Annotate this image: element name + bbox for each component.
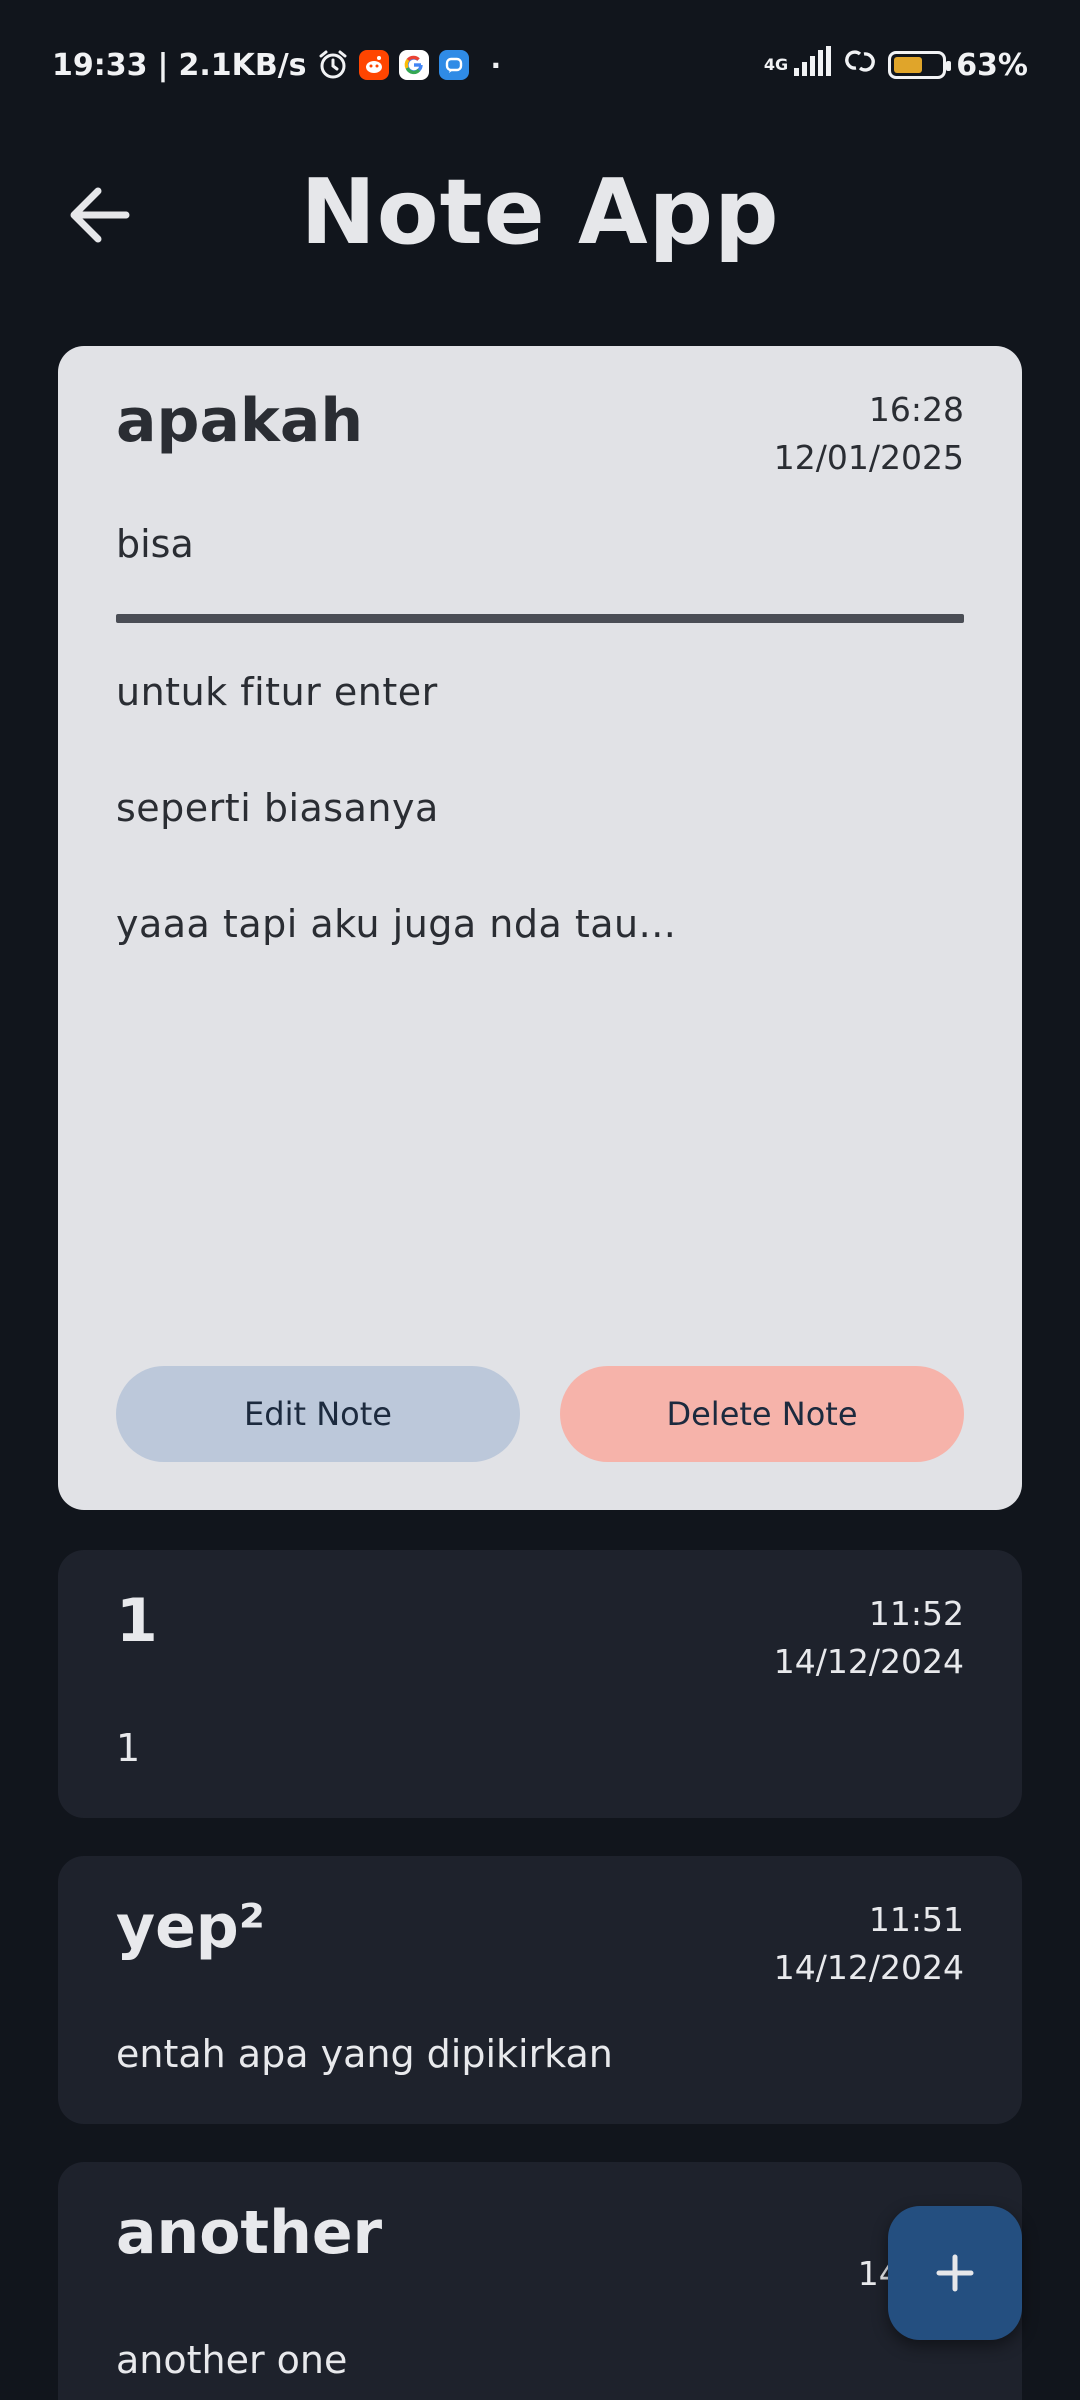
google-icon [398, 50, 429, 80]
battery-icon [888, 51, 952, 79]
link-icon [842, 46, 878, 84]
note-preview: entah apa yang dipikirkan [116, 2032, 613, 2076]
note-datetime: 16:28 12/01/2025 [774, 386, 964, 482]
note-preview: another one [116, 2338, 348, 2382]
network-speed: 2.1KB/s [178, 47, 307, 83]
note-card[interactable]: yep² 11:51 14/12/2024 entah apa yang dip… [58, 1856, 1022, 2124]
note-title: 1 [116, 1586, 158, 1656]
battery-percent: 63% [956, 47, 1028, 83]
note-body-line: seperti biasanya [116, 786, 439, 830]
note-divider [116, 614, 964, 623]
note-card[interactable]: 1 11:52 14/12/2024 1 [58, 1550, 1022, 1818]
note-body-line: yaaa tapi aku juga nda tau... [116, 902, 677, 946]
note-date: 14/12/2024 [773, 1642, 964, 1681]
status-divider: | [157, 47, 169, 83]
status-left: 19:33 | 2.1KB/s · [52, 48, 501, 83]
plus-icon [936, 2254, 974, 2292]
note-body-line: untuk fitur enter [116, 670, 438, 714]
delete-note-button[interactable]: Delete Note [560, 1366, 964, 1462]
note-actions: Edit Note Delete Note [116, 1366, 964, 1462]
note-preview: 1 [116, 1726, 141, 1770]
note-time: 11:51 [868, 1900, 964, 1939]
note-title: apakah [116, 386, 364, 456]
note-subtitle: bisa [116, 522, 194, 566]
signal-icon [792, 46, 832, 84]
network-type-icon: 4G [764, 57, 788, 73]
reddit-icon [358, 50, 389, 80]
battery-fill [894, 57, 923, 73]
note-time: 11:52 [868, 1594, 964, 1633]
edit-note-button[interactable]: Edit Note [116, 1366, 520, 1462]
add-note-button[interactable] [888, 2206, 1022, 2340]
note-date: 14/12/2024 [773, 1948, 964, 1987]
note-datetime: 11:52 14/12/2024 [774, 1590, 964, 1686]
status-time: 19:33 [52, 47, 148, 83]
network-type-label: 4G [763, 55, 789, 74]
page-title: Note App [300, 160, 780, 265]
note-title: yep² [116, 1892, 266, 1962]
alarm-icon [317, 49, 349, 81]
note-card-expanded[interactable]: apakah 16:28 12/01/2025 bisa untuk fitur… [58, 346, 1022, 1510]
note-card[interactable]: another 0 14/12/ another one [58, 2162, 1022, 2400]
more-notifications-dot: · [490, 48, 502, 82]
note-time: 16:28 [868, 390, 964, 429]
note-datetime: 11:51 14/12/2024 [774, 1896, 964, 1992]
status-right: 4G 63% [764, 46, 1028, 84]
note-title: another [116, 2198, 383, 2268]
messenger-icon [438, 50, 469, 80]
note-date: 12/01/2025 [773, 438, 964, 477]
status-bar: 19:33 | 2.1KB/s · 4G 63% [0, 0, 1080, 130]
note-body: untuk fitur enter seperti biasanya yaaa … [116, 664, 964, 1012]
app-header: Note App [0, 150, 1080, 280]
